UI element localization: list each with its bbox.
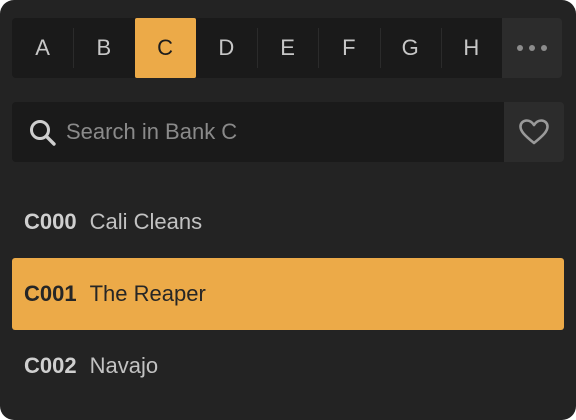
list-item[interactable]: C002 Navajo — [12, 330, 564, 402]
list-item[interactable]: C000 Cali Cleans — [12, 186, 564, 258]
more-banks-button[interactable] — [502, 18, 562, 78]
tab-bank-h[interactable]: H — [440, 18, 502, 78]
tab-bank-f[interactable]: F — [318, 18, 380, 78]
preset-browser-panel: A B C D E F G H C000 Cali Cleans C001 — [0, 0, 576, 420]
search-icon — [30, 120, 56, 146]
tab-bank-e[interactable]: E — [257, 18, 319, 78]
tab-bank-d[interactable]: D — [195, 18, 257, 78]
preset-code: C002 — [24, 353, 77, 378]
ellipsis-icon — [517, 45, 523, 51]
preset-code: C000 — [24, 209, 77, 234]
preset-code: C001 — [24, 281, 77, 306]
tab-bank-a[interactable]: A — [12, 18, 74, 78]
tab-bank-b[interactable]: B — [73, 18, 135, 78]
favorites-button[interactable] — [504, 102, 564, 162]
bank-tabs: A B C D E F G H — [12, 18, 564, 78]
preset-list: C000 Cali Cleans C001 The Reaper C002 Na… — [12, 186, 564, 402]
preset-name: Navajo — [89, 353, 159, 378]
tab-bank-c[interactable]: C — [134, 18, 196, 78]
ellipsis-icon — [529, 45, 535, 51]
heart-icon — [519, 119, 549, 145]
preset-name: The Reaper — [89, 281, 206, 306]
list-item-selected[interactable]: C001 The Reaper — [12, 258, 564, 330]
search-box — [12, 102, 504, 162]
preset-name: Cali Cleans — [89, 209, 203, 234]
search-input[interactable] — [66, 102, 486, 162]
ellipsis-icon — [541, 45, 547, 51]
tab-bank-g[interactable]: G — [379, 18, 441, 78]
